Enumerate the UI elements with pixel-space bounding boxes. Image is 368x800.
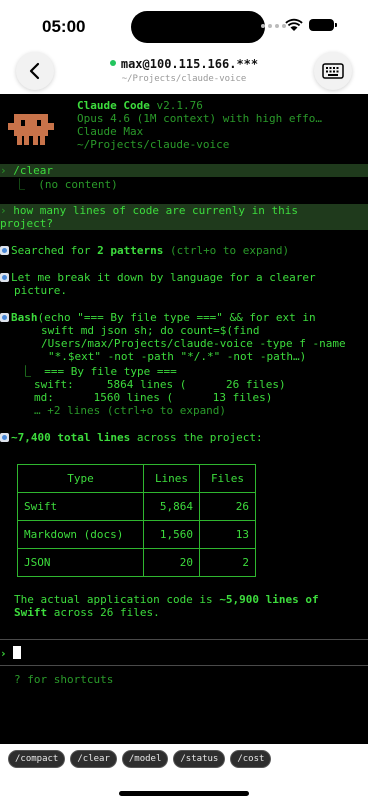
search-hint: (ctrl+o to expand) (163, 244, 290, 257)
summary-bold-1: ~5,900 lines of (219, 593, 319, 606)
prompt-input[interactable]: › (0, 646, 22, 660)
table-cell-type: JSON (17, 548, 144, 577)
tool-bullet-icon (0, 313, 9, 322)
banner-title: Claude Code v2.1.76 (77, 99, 203, 112)
prompt-divider-bottom (0, 665, 368, 666)
question-line-2: project? (0, 217, 53, 230)
assistant-bullet-icon (0, 273, 9, 282)
search-prefix: Searched for (11, 244, 98, 257)
table-header-files: Files (199, 464, 256, 493)
connection-status-dot (109, 60, 116, 66)
table-cell-lines: 1,560 (143, 520, 200, 549)
banner-version: v2.1.76 (156, 99, 203, 112)
summary-suffix: across 26 files. (47, 606, 160, 619)
status-bar: 05:00 (0, 0, 368, 50)
quick-command-clear[interactable]: /clear (70, 750, 117, 768)
bash-command-1: (echo "=== By file type ===" && for ext … (37, 311, 316, 324)
shortcuts-hint: ? for shortcuts (14, 673, 114, 686)
bash-output-1: ⎿ === By file type === (20, 365, 177, 378)
bash-command-3: /Users/max/Projects/claude-voice -type f… (41, 337, 346, 350)
tool-bullet-icon (0, 246, 9, 255)
table-cell-lines: 5,864 (143, 492, 200, 521)
table-cell-files: 26 (199, 492, 256, 521)
banner-plan: Claude Max (77, 125, 144, 138)
results-table: Type Lines Files Swift 5,864 26 Markdown… (17, 464, 256, 577)
assistant-breakdown-line-2: picture. (14, 284, 67, 297)
prompt-divider-top (0, 639, 368, 640)
text-cursor (13, 646, 22, 659)
host-title: max@100.115.166.*** (0, 57, 368, 71)
quick-command-bar: /compact /clear /model /status /cost (0, 744, 368, 800)
claude-mascot-icon (8, 114, 54, 145)
session-header: max@100.115.166.*** ~/Projects/claude-vo… (0, 50, 368, 94)
cellular-signal-icon (261, 24, 286, 28)
banner-cwd: ~/Projects/claude-voice (77, 138, 230, 151)
table-cell-files: 13 (199, 520, 256, 549)
quick-command-model[interactable]: /model (121, 750, 169, 768)
bash-command-4: "*.$ext" -not -path "*/.*" -not -path…) (48, 350, 307, 363)
table-row: JSON 20 2 (17, 548, 256, 577)
quick-command-cost[interactable]: /cost (230, 750, 272, 768)
host-label: max@100.115.166.*** (120, 57, 259, 71)
bash-output-2: swift: 5864 lines ( 26 files) (34, 378, 286, 391)
wifi-icon (285, 18, 303, 31)
status-time: 05:00 (42, 17, 86, 36)
table-row: Markdown (docs) 1,560 13 (17, 520, 256, 549)
assistant-bullet-icon (0, 433, 9, 442)
summary-prefix: The actual application code is (14, 593, 220, 606)
battery-icon (309, 19, 337, 31)
table-header-type: Type (17, 464, 144, 493)
table-cell-lines: 20 (143, 548, 200, 577)
banner-model: Opus 4.6 (1M context) with high effo… (77, 112, 323, 125)
dynamic-island (131, 11, 265, 43)
breakdown-text-1: Let me break it down by language for a c… (11, 271, 316, 284)
bash-output-expand[interactable]: … +2 lines (ctrl+o to expand) (34, 404, 226, 417)
table-header-row: Type Lines Files (17, 464, 256, 493)
summary-bold-2: Swift (14, 606, 48, 619)
summary-line-2: Swift across 26 files. (14, 606, 160, 619)
quick-command-status[interactable]: /status (173, 750, 226, 768)
summary-line-1: The actual application code is ~5,900 li… (14, 593, 319, 606)
bash-output-3: md: 1560 lines ( 13 files) (34, 391, 273, 404)
assistant-breakdown-line-1: Let me break it down by language for a c… (0, 271, 316, 284)
session-path: ~/Projects/claude-voice (121, 74, 247, 84)
total-rest: across the project: (130, 431, 263, 444)
prompt-symbol: › (0, 647, 7, 660)
bash-command-2: swift md json sh; do count=$(find (41, 324, 260, 337)
clear-command-text: /clear (13, 164, 53, 177)
user-message-question: › how many lines of code are currenly in… (0, 204, 368, 230)
total-lines-line: ~7,400 total lines across the project: (0, 431, 263, 444)
keyboard-icon (322, 63, 344, 79)
table-cell-files: 2 (199, 548, 256, 577)
total-value: ~7,400 total lines (11, 431, 131, 444)
banner-app-name: Claude Code (77, 99, 150, 112)
home-indicator[interactable] (119, 791, 249, 796)
terminal-view[interactable]: Claude Code v2.1.76 Opus 4.6 (1M context… (0, 94, 368, 744)
table-row: Swift 5,864 26 (17, 492, 256, 521)
keyboard-button[interactable] (314, 52, 352, 90)
table-header-lines: Lines (143, 464, 200, 493)
table-cell-type: Markdown (docs) (17, 520, 144, 549)
search-tool-line[interactable]: Searched for 2 patterns (ctrl+o to expan… (0, 244, 289, 257)
bash-tool-line[interactable]: Bash(echo "=== By file type ===" && for … (0, 311, 316, 324)
table-cell-type: Swift (17, 492, 144, 521)
quick-command-compact[interactable]: /compact (8, 750, 66, 768)
search-count: 2 patterns (97, 244, 164, 257)
question-line-1: how many lines of code are currenly in t… (13, 204, 299, 217)
user-message-clear: › /clear (0, 164, 368, 177)
clear-result: ⎿ (no content) (14, 178, 118, 191)
bash-label: Bash (11, 311, 38, 324)
